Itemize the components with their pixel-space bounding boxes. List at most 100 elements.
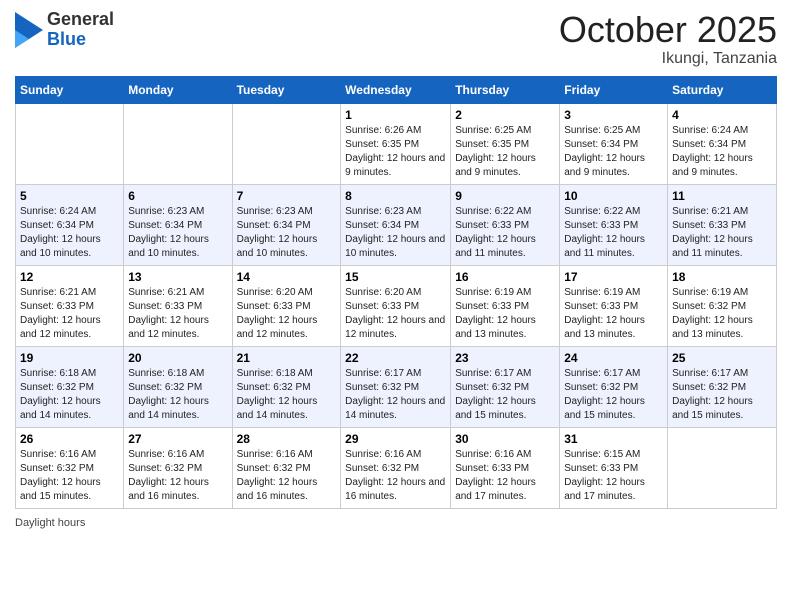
header: General Blue October 2025 Ikungi, Tanzan… xyxy=(15,10,777,68)
calendar-week-4: 19 Sunrise: 6:18 AMSunset: 6:32 PMDayligh… xyxy=(16,346,777,427)
calendar-cell: 9 Sunrise: 6:22 AMSunset: 6:33 PMDaylight… xyxy=(451,184,560,265)
day-info: Sunrise: 6:20 AMSunset: 6:33 PMDaylight:… xyxy=(237,286,337,342)
calendar-cell: 11 Sunrise: 6:21 AMSunset: 6:33 PMDayligh… xyxy=(668,184,777,265)
calendar-cell xyxy=(16,103,124,184)
calendar-cell: 4 Sunrise: 6:24 AMSunset: 6:34 PMDaylight… xyxy=(668,103,777,184)
generalblue-logo-icon xyxy=(15,12,43,48)
day-info: Sunrise: 6:21 AMSunset: 6:33 PMDaylight:… xyxy=(20,286,119,342)
calendar-cell: 20 Sunrise: 6:18 AMSunset: 6:32 PMDayligh… xyxy=(124,346,232,427)
day-number: 16 xyxy=(455,270,555,284)
day-info: Sunrise: 6:20 AMSunset: 6:33 PMDaylight:… xyxy=(345,286,446,342)
footer: Daylight hours xyxy=(15,517,777,529)
day-number: 6 xyxy=(128,189,227,203)
day-number: 9 xyxy=(455,189,555,203)
col-header-monday: Monday xyxy=(124,76,232,103)
day-number: 19 xyxy=(20,351,119,365)
calendar-cell: 1 Sunrise: 6:26 AMSunset: 6:35 PMDaylight… xyxy=(341,103,451,184)
day-number: 2 xyxy=(455,108,555,122)
day-info: Sunrise: 6:18 AMSunset: 6:32 PMDaylight:… xyxy=(20,367,119,423)
day-info: Sunrise: 6:19 AMSunset: 6:33 PMDaylight:… xyxy=(455,286,555,342)
day-info: Sunrise: 6:22 AMSunset: 6:33 PMDaylight:… xyxy=(564,205,663,261)
col-header-wednesday: Wednesday xyxy=(341,76,451,103)
calendar-week-5: 26 Sunrise: 6:16 AMSunset: 6:32 PMDayligh… xyxy=(16,427,777,508)
day-info: Sunrise: 6:22 AMSunset: 6:33 PMDaylight:… xyxy=(455,205,555,261)
day-info: Sunrise: 6:18 AMSunset: 6:32 PMDaylight:… xyxy=(237,367,337,423)
day-info: Sunrise: 6:21 AMSunset: 6:33 PMDaylight:… xyxy=(128,286,227,342)
day-number: 7 xyxy=(237,189,337,203)
day-info: Sunrise: 6:17 AMSunset: 6:32 PMDaylight:… xyxy=(455,367,555,423)
day-number: 21 xyxy=(237,351,337,365)
day-number: 22 xyxy=(345,351,446,365)
calendar-cell: 25Sunrise: 6:17 AMSunset: 6:32 PMDayligh… xyxy=(668,346,777,427)
day-info: Sunrise: 6:16 AMSunset: 6:32 PMDaylight:… xyxy=(237,448,337,504)
col-header-friday: Friday xyxy=(560,76,668,103)
day-number: 11 xyxy=(672,189,772,203)
day-number: 30 xyxy=(455,432,555,446)
calendar-cell: 8 Sunrise: 6:23 AMSunset: 6:34 PMDaylight… xyxy=(341,184,451,265)
day-info: Sunrise: 6:16 AMSunset: 6:32 PMDaylight:… xyxy=(20,448,119,504)
day-info: Sunrise: 6:24 AMSunset: 6:34 PMDaylight:… xyxy=(20,205,119,261)
calendar-cell: 27 Sunrise: 6:16 AMSunset: 6:32 PMDayligh… xyxy=(124,427,232,508)
day-info: Sunrise: 6:21 AMSunset: 6:33 PMDaylight:… xyxy=(672,205,772,261)
day-number: 5 xyxy=(20,189,119,203)
calendar-cell: 18Sunrise: 6:19 AMSunset: 6:32 PMDayligh… xyxy=(668,265,777,346)
calendar-cell: 10 Sunrise: 6:22 AMSunset: 6:33 PMDayligh… xyxy=(560,184,668,265)
day-number: 14 xyxy=(237,270,337,284)
location: Ikungi, Tanzania xyxy=(559,50,777,68)
calendar-cell: 21 Sunrise: 6:18 AMSunset: 6:32 PMDayligh… xyxy=(232,346,341,427)
day-info: Sunrise: 6:24 AMSunset: 6:34 PMDaylight:… xyxy=(672,124,772,180)
calendar-cell: 7 Sunrise: 6:23 AMSunset: 6:34 PMDaylight… xyxy=(232,184,341,265)
day-number: 23 xyxy=(455,351,555,365)
calendar-cell: 6Sunrise: 6:23 AMSunset: 6:34 PMDaylight… xyxy=(124,184,232,265)
calendar-cell: 12 Sunrise: 6:21 AMSunset: 6:33 PMDayligh… xyxy=(16,265,124,346)
logo: General Blue xyxy=(15,10,114,50)
calendar-cell: 23 Sunrise: 6:17 AMSunset: 6:32 PMDayligh… xyxy=(451,346,560,427)
day-info: Sunrise: 6:15 AMSunset: 6:33 PMDaylight:… xyxy=(564,448,663,504)
day-info: Sunrise: 6:16 AMSunset: 6:32 PMDaylight:… xyxy=(128,448,227,504)
calendar-cell: 19 Sunrise: 6:18 AMSunset: 6:32 PMDayligh… xyxy=(16,346,124,427)
day-number: 27 xyxy=(128,432,227,446)
day-number: 10 xyxy=(564,189,663,203)
day-info: Sunrise: 6:25 AMSunset: 6:35 PMDaylight:… xyxy=(455,124,555,180)
col-header-tuesday: Tuesday xyxy=(232,76,341,103)
day-number: 1 xyxy=(345,108,446,122)
day-number: 25 xyxy=(672,351,772,365)
calendar-cell: 28Sunrise: 6:16 AMSunset: 6:32 PMDayligh… xyxy=(232,427,341,508)
day-info: Sunrise: 6:18 AMSunset: 6:32 PMDaylight:… xyxy=(128,367,227,423)
calendar-cell xyxy=(232,103,341,184)
calendar-cell: 24 Sunrise: 6:17 AMSunset: 6:32 PMDayligh… xyxy=(560,346,668,427)
day-number: 8 xyxy=(345,189,446,203)
day-info: Sunrise: 6:26 AMSunset: 6:35 PMDaylight:… xyxy=(345,124,446,180)
day-number: 15 xyxy=(345,270,446,284)
calendar-cell: 29Sunrise: 6:16 AMSunset: 6:32 PMDayligh… xyxy=(341,427,451,508)
day-info: Sunrise: 6:23 AMSunset: 6:34 PMDaylight:… xyxy=(345,205,446,261)
calendar-cell xyxy=(124,103,232,184)
logo-text: General Blue xyxy=(47,10,114,50)
day-info: Sunrise: 6:25 AMSunset: 6:34 PMDaylight:… xyxy=(564,124,663,180)
page: General Blue October 2025 Ikungi, Tanzan… xyxy=(0,0,792,612)
month-title: October 2025 xyxy=(559,10,777,50)
day-number: 20 xyxy=(128,351,227,365)
day-number: 4 xyxy=(672,108,772,122)
day-number: 26 xyxy=(20,432,119,446)
day-number: 31 xyxy=(564,432,663,446)
calendar-cell: 5 Sunrise: 6:24 AMSunset: 6:34 PMDaylight… xyxy=(16,184,124,265)
calendar-cell: 31 Sunrise: 6:15 AMSunset: 6:33 PMDayligh… xyxy=(560,427,668,508)
calendar-week-1: 1 Sunrise: 6:26 AMSunset: 6:35 PMDaylight… xyxy=(16,103,777,184)
day-info: Sunrise: 6:19 AMSunset: 6:32 PMDaylight:… xyxy=(672,286,772,342)
day-number: 12 xyxy=(20,270,119,284)
day-number: 24 xyxy=(564,351,663,365)
day-info: Sunrise: 6:16 AMSunset: 6:32 PMDaylight:… xyxy=(345,448,446,504)
calendar-cell: 16 Sunrise: 6:19 AMSunset: 6:33 PMDayligh… xyxy=(451,265,560,346)
day-number: 13 xyxy=(128,270,227,284)
day-number: 3 xyxy=(564,108,663,122)
day-info: Sunrise: 6:17 AMSunset: 6:32 PMDaylight:… xyxy=(564,367,663,423)
day-info: Sunrise: 6:23 AMSunset: 6:34 PMDaylight:… xyxy=(237,205,337,261)
calendar-header-row: SundayMondayTuesdayWednesdayThursdayFrid… xyxy=(16,76,777,103)
logo-general: General xyxy=(47,10,114,30)
col-header-saturday: Saturday xyxy=(668,76,777,103)
calendar-cell: 3 Sunrise: 6:25 AMSunset: 6:34 PMDaylight… xyxy=(560,103,668,184)
calendar-week-3: 12 Sunrise: 6:21 AMSunset: 6:33 PMDayligh… xyxy=(16,265,777,346)
calendar-cell: 13 Sunrise: 6:21 AMSunset: 6:33 PMDayligh… xyxy=(124,265,232,346)
calendar-cell: 2 Sunrise: 6:25 AMSunset: 6:35 PMDaylight… xyxy=(451,103,560,184)
